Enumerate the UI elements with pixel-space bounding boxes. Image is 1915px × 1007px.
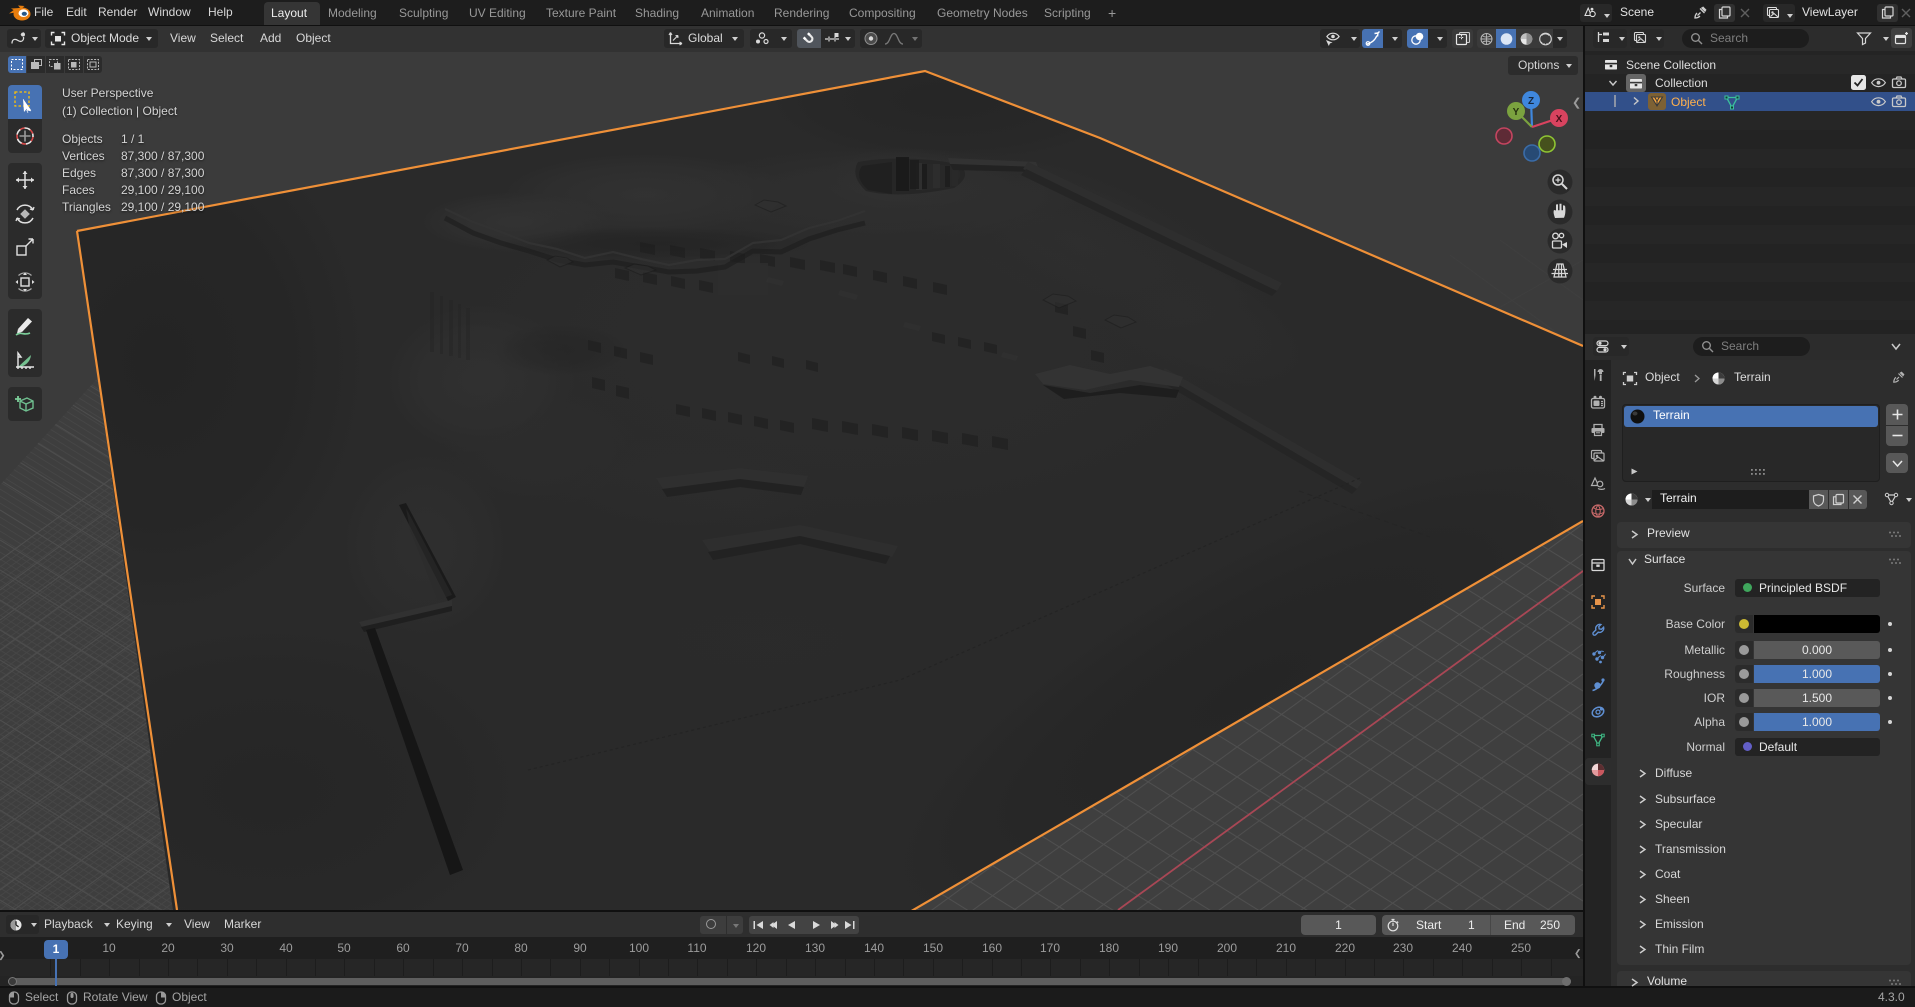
svg-text:Y: Y [1513,107,1520,118]
svg-text:X: X [1556,114,1563,125]
svg-text:Z: Z [1528,96,1534,107]
